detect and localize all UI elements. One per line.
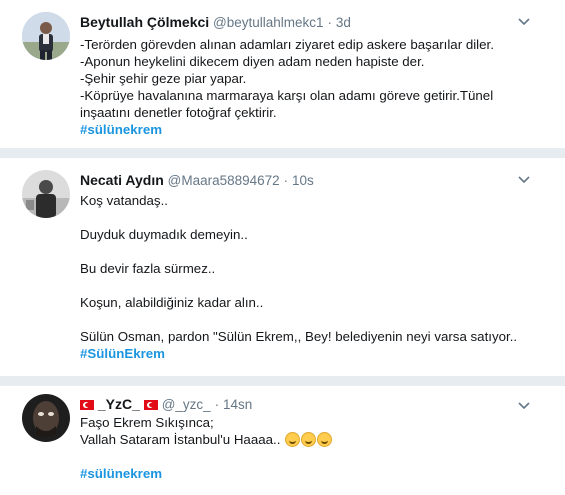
tweet-header: Necati Aydın @Maara58894672 · 10s: [80, 170, 535, 190]
chevron-down-icon[interactable]: [517, 172, 531, 186]
tweet-text-line: -Şehir şehir geze piar yapar.: [80, 71, 247, 86]
hashtag-link[interactable]: #SülünEkrem: [80, 345, 535, 362]
chevron-down-icon[interactable]: [517, 14, 531, 28]
tweet-text-line-with-emoji: Vallah Sataram İstanbul'u Haaaa..: [80, 431, 535, 448]
separator-dot: ·: [327, 15, 332, 30]
timestamp[interactable]: 10s: [292, 173, 314, 188]
tweet-text: Vallah Sataram İstanbul'u Haaaa..: [80, 432, 281, 447]
tweet-text-line: Koşun, alabildiğiniz kadar alın..: [80, 295, 264, 310]
display-name[interactable]: _YzC_: [98, 396, 140, 412]
avatar[interactable]: [22, 12, 70, 60]
avatar[interactable]: [22, 394, 70, 442]
tweet-text-line: Duyduk duymadık demeyin..: [80, 227, 248, 242]
chevron-down-icon[interactable]: [517, 398, 531, 412]
hashtag-link[interactable]: #sülünekrem: [80, 465, 535, 482]
tweet-text-line: -Köprüye havalanına marmaraya karşı olan…: [80, 88, 494, 103]
avatar[interactable]: [22, 170, 70, 218]
avatar-image: [22, 170, 70, 218]
tweet-text-line: -Terörden görevden alınan adamları ziyar…: [80, 37, 494, 52]
tweet-3[interactable]: _YzC_ @_yzc_ · 14sn Faşo Ekrem Sıkışınca…: [0, 386, 565, 495]
avatar-image: [22, 12, 70, 60]
timeline-divider: [0, 376, 565, 386]
tweet-header: Beytullah Çölmekci @beytullahlmekc1 · 3d: [80, 12, 535, 32]
display-name[interactable]: Beytullah Çölmekci: [80, 14, 209, 30]
laughing-tears-emoji-icon: [317, 432, 333, 447]
tweet-1[interactable]: Beytullah Çölmekci @beytullahlmekc1 · 3d…: [0, 0, 565, 150]
timestamp[interactable]: 14sn: [223, 397, 252, 412]
separator-dot: ·: [283, 173, 289, 188]
tweet-text-line: Bu devir fazla sürmez..: [80, 261, 216, 276]
avatar-image: [22, 394, 70, 442]
tweet-text-line: inşaatını denetler fotoğraf çektirir.: [80, 105, 277, 120]
tweet-text-line: Koş vatandaş..: [80, 193, 168, 208]
separator-dot: ·: [214, 397, 220, 412]
turkey-flag-icon: [80, 400, 94, 410]
laughing-tears-emoji-icon: [301, 432, 317, 447]
turkey-flag-icon: [143, 400, 158, 410]
tweet-header: _YzC_ @_yzc_ · 14sn: [80, 394, 535, 414]
tweet-text-line: Sülün Osman, pardon "Sülün Ekrem,, Bey! …: [80, 329, 518, 344]
tweet-text-line: -Aponun heykelini dikecem diyen adam ned…: [80, 54, 425, 69]
user-handle[interactable]: @Maara58894672: [168, 173, 280, 188]
timestamp[interactable]: 3d: [336, 15, 351, 30]
display-name[interactable]: Necati Aydın: [80, 172, 164, 188]
user-handle[interactable]: @_yzc_: [162, 397, 211, 412]
tweet-text-line: Faşo Ekrem Sıkışınca;: [80, 415, 214, 430]
laughing-tears-emoji-icon: [285, 432, 301, 447]
user-handle[interactable]: @beytullahlmekc1: [213, 15, 324, 30]
hashtag-link[interactable]: #sülünekrem: [80, 121, 535, 138]
timeline-divider: [0, 148, 565, 158]
tweet-2[interactable]: Necati Aydın @Maara58894672 · 10s Koş va…: [0, 158, 565, 380]
